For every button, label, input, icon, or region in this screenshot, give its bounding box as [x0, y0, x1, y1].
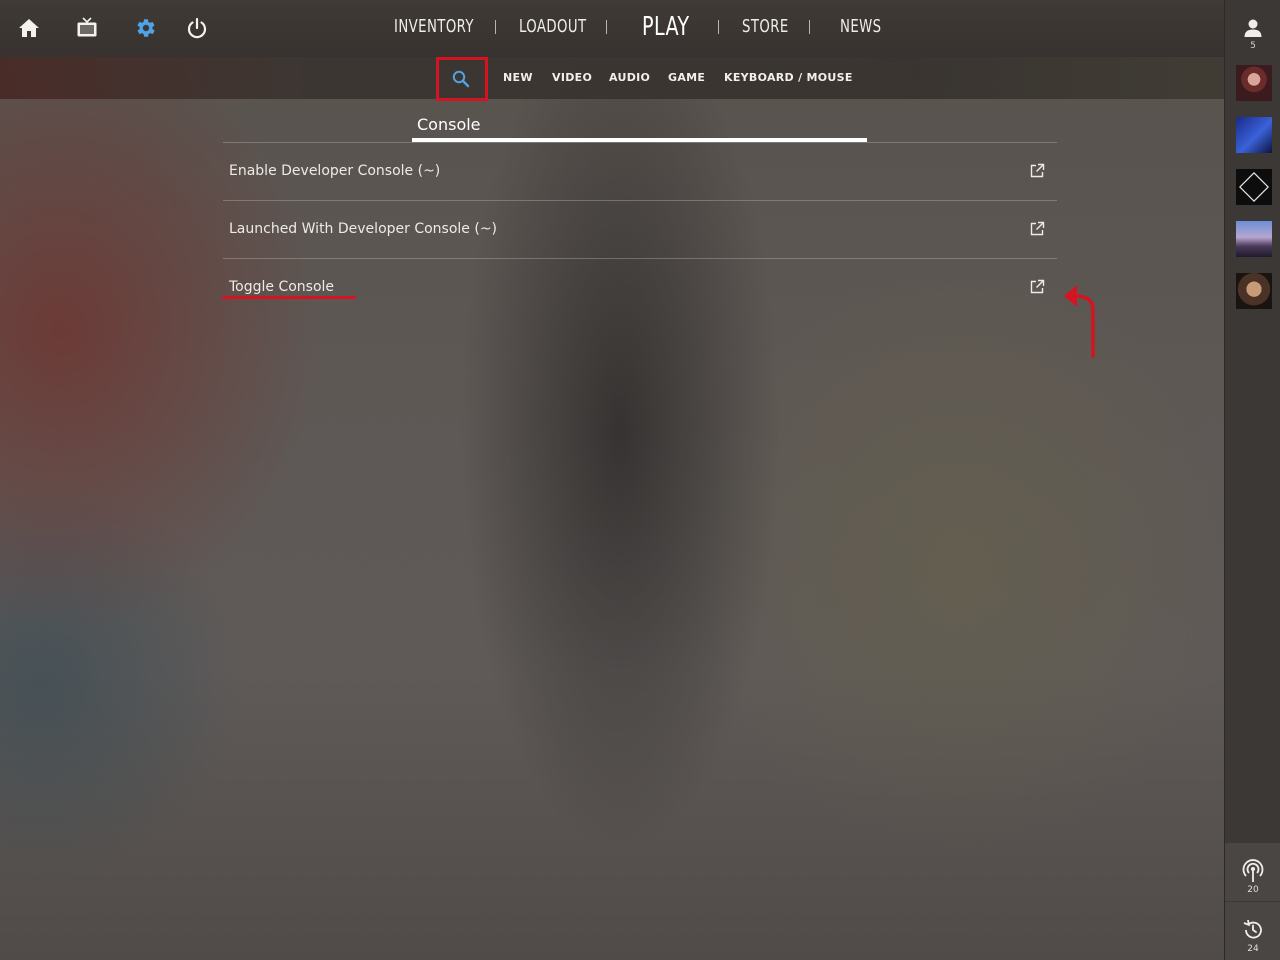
friends-sidebar: 5 20 24: [1224, 0, 1280, 960]
gear-icon[interactable]: [133, 16, 157, 40]
power-icon[interactable]: [185, 16, 209, 40]
nav-play[interactable]: PLAY: [642, 12, 690, 42]
avatar-4[interactable]: [1236, 221, 1272, 257]
nav-news[interactable]: NEWS: [840, 16, 882, 37]
tab-keyboard-mouse[interactable]: KEYBOARD / MOUSE: [724, 71, 853, 84]
person-icon: [1244, 19, 1262, 37]
result-toggle-console[interactable]: Toggle Console: [223, 258, 1057, 316]
tab-video[interactable]: VIDEO: [552, 71, 592, 84]
search-results-list: Enable Developer Console (~) Launched Wi…: [223, 142, 1057, 316]
external-link-icon[interactable]: [1029, 163, 1045, 179]
nav-store[interactable]: STORE: [742, 16, 789, 37]
friends-button[interactable]: 5: [1225, 0, 1280, 57]
avatar-3[interactable]: [1236, 169, 1272, 205]
red-arrow-annotation: [1064, 285, 1095, 358]
history-count: 24: [1247, 944, 1259, 954]
external-link-icon[interactable]: [1029, 221, 1045, 237]
broadcast-button[interactable]: 20: [1225, 843, 1280, 901]
broadcast-icon: [1242, 859, 1264, 882]
toggle-console-underline-annotation: [222, 296, 356, 299]
history-icon: [1243, 919, 1262, 939]
tab-new[interactable]: NEW: [503, 71, 533, 84]
tab-search[interactable]: [440, 61, 480, 95]
avatar-2[interactable]: [1236, 117, 1272, 153]
nav-separator: [718, 20, 719, 34]
top-navigation-bar: INVENTORY LOADOUT PLAY STORE NEWS: [0, 0, 1224, 57]
nav-inventory[interactable]: INVENTORY: [394, 16, 474, 37]
tab-audio[interactable]: AUDIO: [609, 71, 650, 84]
result-enable-developer-console[interactable]: Enable Developer Console (~): [223, 142, 1057, 200]
result-label: Launched With Developer Console (~): [229, 221, 498, 237]
settings-search-input[interactable]: [413, 108, 870, 140]
tv-icon[interactable]: [75, 16, 99, 40]
avatar-1[interactable]: [1236, 65, 1272, 101]
external-link-icon[interactable]: [1029, 279, 1045, 295]
result-label: Enable Developer Console (~): [229, 163, 441, 179]
history-button[interactable]: 24: [1225, 902, 1280, 960]
tab-game[interactable]: GAME: [668, 71, 705, 84]
nav-separator: [809, 20, 810, 34]
result-label: Toggle Console: [229, 279, 335, 295]
settings-tab-bar: NEW VIDEO AUDIO GAME KEYBOARD / MOUSE: [0, 57, 1224, 99]
avatar-5[interactable]: [1236, 273, 1272, 309]
avatar-3-logo-icon: [1239, 172, 1269, 202]
search-icon: [452, 70, 470, 88]
broadcast-count: 20: [1247, 885, 1259, 895]
nav-separator: [495, 20, 496, 34]
result-launched-with-developer-console[interactable]: Launched With Developer Console (~): [223, 200, 1057, 258]
home-icon[interactable]: [17, 16, 41, 40]
nav-loadout[interactable]: LOADOUT: [519, 16, 587, 37]
friends-count: 5: [1250, 41, 1256, 51]
nav-separator: [606, 20, 607, 34]
